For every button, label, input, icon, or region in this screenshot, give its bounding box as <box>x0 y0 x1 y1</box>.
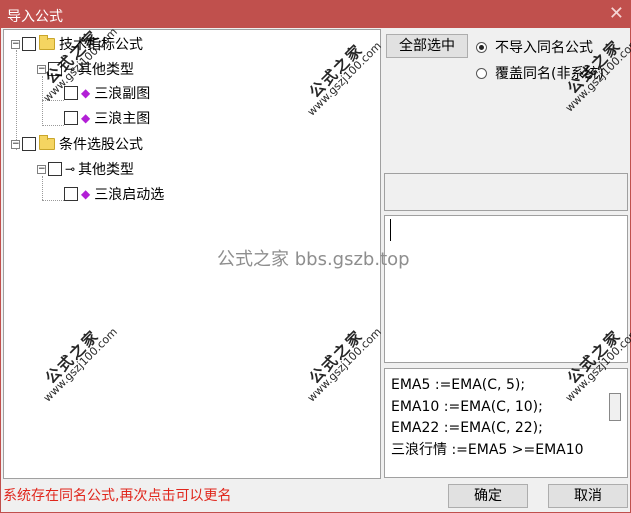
tree-item-label: 其他类型 <box>78 162 135 178</box>
formula-name-box <box>384 173 628 211</box>
radio-overwrite-same-name[interactable]: 覆盖同名(非系统) <box>476 63 604 83</box>
key-icon: ⊸ <box>65 62 76 76</box>
formula-icon: ◆ <box>81 187 91 201</box>
formula-icon: ◆ <box>81 111 91 125</box>
formula-description-box[interactable] <box>384 215 628 363</box>
folder-icon <box>39 135 55 150</box>
checkbox[interactable] <box>22 137 36 151</box>
collapse-toggle[interactable]: − <box>11 139 20 149</box>
tree-connector <box>42 176 43 200</box>
tree-connector <box>42 200 64 201</box>
checkbox[interactable] <box>48 62 62 76</box>
formula-icon: ◆ <box>81 86 91 100</box>
tree-item-sanlang-launch-screen[interactable]: ◆ 三浪启动选 <box>64 184 164 204</box>
text-caret <box>390 219 391 241</box>
tree-item-indicator-formulas[interactable]: − 技术指标公式 <box>11 34 143 54</box>
tree-item-label: 技术指标公式 <box>59 37 143 53</box>
scrollbar-thumb[interactable] <box>609 393 621 421</box>
tree-item-other-types[interactable]: − ⊸ 其他类型 <box>37 59 134 79</box>
select-all-button[interactable]: 全部选中 <box>386 34 468 58</box>
import-formula-dialog: 导入公式 ✕ − 技术指标公式 − ⊸ 其他类型 ◆ 三浪副图 ◆ 三浪主图 −… <box>0 0 631 513</box>
ok-button[interactable]: 确定 <box>448 484 528 508</box>
collapse-toggle[interactable]: − <box>11 39 20 49</box>
window-title: 导入公式 <box>7 9 63 25</box>
tree-item-label: 三浪主图 <box>94 111 151 127</box>
folder-icon <box>39 35 55 50</box>
status-message: 系统存在同名公式,再次点击可以更名 <box>3 488 232 504</box>
tree-connector <box>42 76 43 126</box>
radio-indicator[interactable] <box>476 67 487 79</box>
formula-source-box[interactable]: EMA5 :=EMA(C, 5); EMA10 :=EMA(C, 10); EM… <box>384 368 628 478</box>
code-line: EMA10 :=EMA(C, 10); <box>391 398 543 415</box>
checkbox[interactable] <box>64 111 78 125</box>
close-icon[interactable]: ✕ <box>609 3 624 24</box>
radio-label: 覆盖同名(非系统) <box>495 66 604 82</box>
tree-connector <box>42 100 64 101</box>
title-bar: 导入公式 ✕ <box>1 1 630 28</box>
collapse-toggle[interactable]: − <box>37 64 46 74</box>
tree-connector <box>42 125 64 126</box>
tree-item-screening-formulas[interactable]: − 条件选股公式 <box>11 134 143 154</box>
tree-item-sanlang-mainchart[interactable]: ◆ 三浪主图 <box>64 108 150 128</box>
watermark-text: 公式之家 bbs.gszb.top <box>217 249 410 270</box>
tree-item-label: 三浪副图 <box>94 83 151 103</box>
checkbox[interactable] <box>64 86 78 100</box>
code-line: EMA5 :=EMA(C, 5); <box>391 377 526 393</box>
radio-skip-same-name[interactable]: 不导入同名公式 <box>476 37 593 57</box>
key-icon: ⊸ <box>65 162 76 176</box>
checkbox[interactable] <box>48 162 62 176</box>
radio-indicator[interactable] <box>476 41 487 53</box>
tree-item-other-types[interactable]: − ⊸ 其他类型 <box>37 159 134 179</box>
cancel-button[interactable]: 取消 <box>548 484 628 508</box>
tree-item-sanlang-subchart[interactable]: ◆ 三浪副图 <box>64 83 151 103</box>
code-line: EMA22 :=EMA(C, 22); <box>391 420 543 436</box>
collapse-toggle[interactable]: − <box>37 164 46 174</box>
radio-label: 不导入同名公式 <box>495 40 593 56</box>
checkbox[interactable] <box>22 37 36 51</box>
tree-item-label: 三浪启动选 <box>94 187 165 203</box>
tree-item-label: 其他类型 <box>78 62 135 78</box>
code-line: 三浪行情 :=EMA5 >=EMA10 <box>391 441 584 458</box>
checkbox[interactable] <box>64 187 78 201</box>
tree-item-label: 条件选股公式 <box>59 137 143 153</box>
